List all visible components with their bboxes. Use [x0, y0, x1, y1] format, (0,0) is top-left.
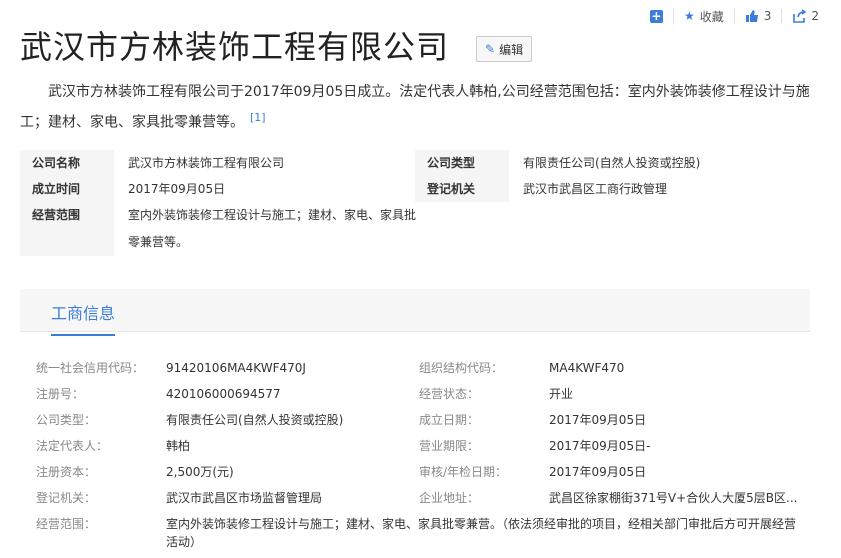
- credit-code-value: 91420106MA4KWF470J: [166, 361, 306, 375]
- scope-label: 经营范围: [20, 202, 114, 256]
- info-row: 经营范围 室内外装饰装修工程设计与施工；建材、家电、家具批零兼营等。: [20, 202, 810, 256]
- company-type-label: 公司类型: [415, 150, 509, 176]
- registry-label: 登记机关: [415, 176, 509, 202]
- collect-button[interactable]: ★ 收藏: [674, 6, 734, 26]
- company-type-value: 有限责任公司(自然人投资或控股): [523, 156, 701, 170]
- status-value: 开业: [549, 387, 574, 401]
- toolbar: + ★ 收藏 3 2: [640, 6, 829, 26]
- table-row: 注册资本： 2,500万(元) 审核/年检日期： 2017年09月05日: [36, 459, 816, 485]
- address-value: 武昌区徐家棚街371号V+合伙人大厦5层B区...: [549, 491, 798, 505]
- reg-no-label: 注册号：: [36, 387, 85, 401]
- edit-label: 编辑: [499, 42, 524, 57]
- tab-business-info[interactable]: 工商信息: [51, 300, 116, 336]
- org-code-value: MA4KWF470: [549, 361, 625, 375]
- share-icon: [793, 9, 807, 23]
- basic-info-box: 公司名称 武汉市方林装饰工程有限公司 公司类型 有限责任公司(自然人投资或控股)…: [20, 150, 810, 256]
- table-row: 登记机关： 武汉市武昌区市场监督管理局 企业地址： 武昌区徐家棚街371号V+合…: [36, 485, 816, 511]
- table-row: 注册号： 420106000694577 经营状态： 开业: [36, 381, 816, 407]
- table-row: 公司类型： 有限责任公司(自然人投资或控股) 成立日期： 2017年09月05日: [36, 407, 816, 433]
- type-value: 有限责任公司(自然人投资或控股): [166, 413, 344, 427]
- term-label: 营业期限：: [419, 439, 480, 453]
- reg-no-value: 420106000694577: [166, 387, 281, 401]
- add-button[interactable]: +: [640, 6, 673, 26]
- authority-label: 登记机关：: [36, 491, 97, 505]
- table-row: 法定代表人： 韩柏 营业期限： 2017年09月05日-: [36, 433, 816, 459]
- biz-scope-label: 经营范围：: [36, 517, 97, 531]
- found-date-label: 成立日期：: [419, 413, 480, 427]
- page-title: 武汉市方林装饰工程有限公司: [20, 28, 450, 66]
- table-row: 统一社会信用代码： 91420106MA4KWF470J 组织结构代码： MA4…: [36, 355, 816, 381]
- biz-scope-value: 室内外装饰装修工程设计与施工；建材、家电、家具批零兼营。（依法须经审批的项目，经…: [166, 517, 797, 549]
- founded-value: 2017年09月05日: [128, 182, 226, 196]
- plus-icon: +: [649, 8, 663, 23]
- tab-bar: 工商信息: [20, 289, 810, 336]
- legal-rep-value: 韩柏: [166, 439, 191, 453]
- collect-label: 收藏: [699, 9, 724, 24]
- capital-value: 2,500万(元): [166, 465, 234, 479]
- share-button[interactable]: 2: [782, 6, 829, 26]
- info-row: 成立时间 2017年09月05日 登记机关 武汉市武昌区工商行政管理: [20, 176, 810, 202]
- authority-value: 武汉市武昌区市场监督管理局: [166, 491, 323, 505]
- reference-link[interactable]: [1]: [250, 111, 266, 124]
- address-label: 企业地址：: [419, 491, 480, 505]
- edit-button[interactable]: ✎ 编辑: [476, 36, 533, 62]
- share-count: 2: [811, 9, 819, 23]
- credit-code-label: 统一社会信用代码：: [36, 361, 145, 375]
- like-count: 3: [763, 9, 772, 23]
- info-row: 公司名称 武汉市方林装饰工程有限公司 公司类型 有限责任公司(自然人投资或控股): [20, 150, 810, 176]
- audit-value: 2017年09月05日: [549, 465, 647, 479]
- capital-label: 注册资本：: [36, 465, 97, 479]
- like-button[interactable]: 3: [735, 6, 782, 26]
- scope-value: 室内外装饰装修工程设计与施工；建材、家电、家具批零兼营等。: [128, 208, 417, 249]
- registry-value: 武汉市武昌区工商行政管理: [523, 182, 668, 196]
- founded-label: 成立时间: [20, 176, 114, 202]
- table-row: 经营范围： 室内外装饰装修工程设计与施工；建材、家电、家具批零兼营。（依法须经审…: [36, 511, 816, 555]
- summary-text: 武汉市方林装饰工程有限公司于2017年09月05日成立。法定代表人韩柏,公司经营…: [20, 84, 810, 131]
- summary-paragraph: 武汉市方林装饰工程有限公司于2017年09月05日成立。法定代表人韩柏,公司经营…: [20, 80, 810, 136]
- type-label: 公司类型：: [36, 413, 97, 427]
- status-label: 经营状态：: [419, 387, 480, 401]
- thumbs-up-icon: [745, 10, 758, 22]
- found-date-value: 2017年09月05日: [549, 413, 647, 427]
- company-name-label: 公司名称: [20, 150, 114, 176]
- org-code-label: 组织结构代码：: [419, 361, 504, 375]
- audit-label: 审核/年检日期：: [419, 465, 508, 479]
- term-value: 2017年09月05日-: [549, 439, 651, 453]
- star-icon: ★: [683, 9, 695, 23]
- company-name-value: 武汉市方林装饰工程有限公司: [128, 156, 285, 170]
- legal-rep-label: 法定代表人：: [36, 439, 109, 453]
- pencil-icon: ✎: [485, 42, 496, 56]
